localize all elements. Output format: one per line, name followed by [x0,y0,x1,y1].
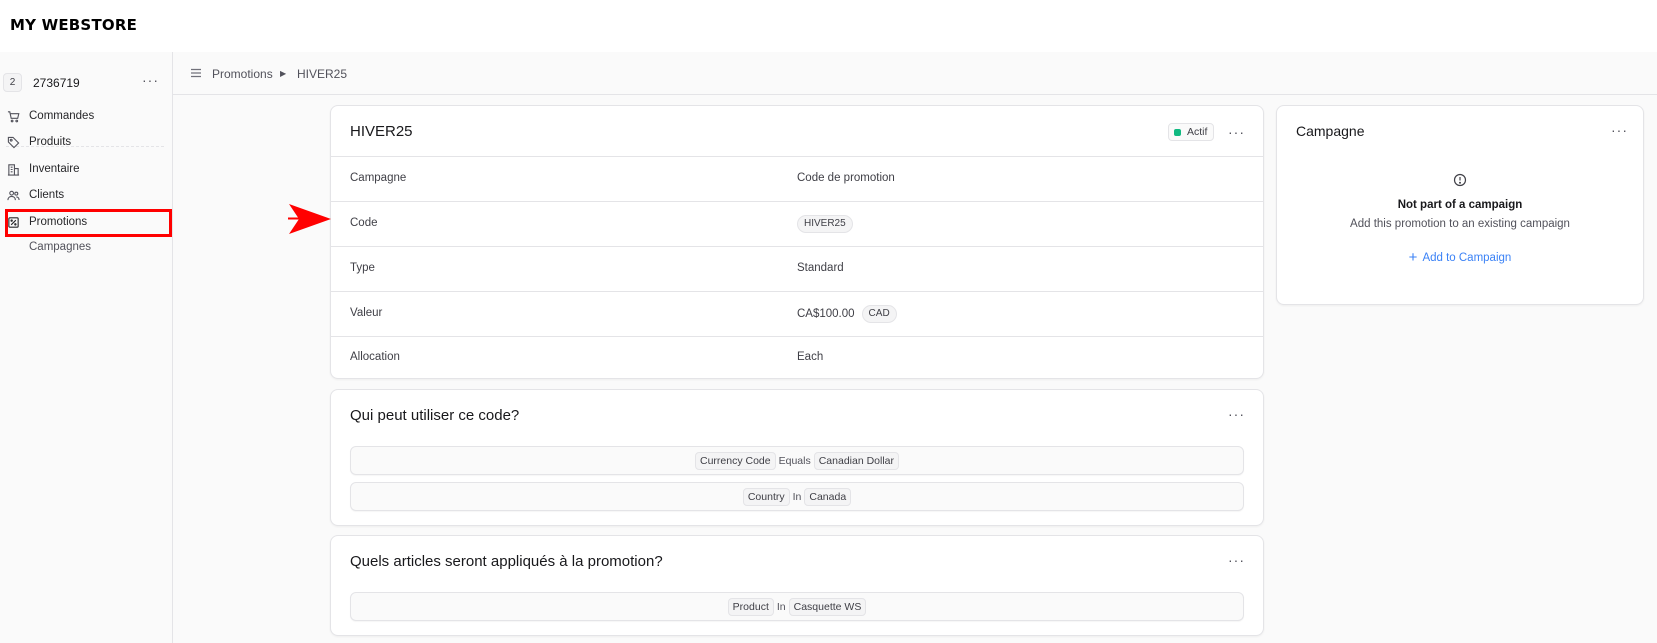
annotation-highlight-box [5,209,172,237]
annotation-arrow-icon [288,204,331,234]
sidebar-subitem-label: Campagnes [29,241,92,253]
rule-row: Currency Code Equals Canadian Dollar [350,446,1244,475]
add-to-campaign-label: Add to Campaign [1422,252,1512,264]
eligibility-title: Qui peut utiliser ce code? [350,407,520,424]
detail-label: Campagne [350,172,407,184]
status-badge: Actif [1168,123,1215,141]
detail-row-allocation: Allocation Each [331,336,1263,379]
sidebar-subitem-campagnes[interactable]: Campagnes [0,235,172,259]
store-more-button[interactable]: ··· [142,72,159,88]
breadcrumb-separator-icon: ▶ [280,69,287,78]
store-switcher[interactable]: 2 2736719 ··· [0,62,172,94]
plus-icon: + [1408,249,1418,266]
status-label: Actif [1187,126,1208,138]
detail-value: CA$100.00 [797,308,855,320]
detail-label: Type [350,262,375,274]
detail-value-wrap: CA$100.00 CAD [797,305,897,323]
target-items-card: Quels articles seront appliqués à la pro… [330,535,1264,636]
breadcrumb: Promotions ▶ HIVER25 [173,52,1657,95]
sidebar-item-label: Clients [29,189,65,201]
breadcrumb-link-promotions[interactable]: Promotions [212,67,273,81]
menu-icon[interactable] [190,67,202,82]
promotion-more-button[interactable]: ··· [1228,125,1245,139]
empty-state-subtitle: Add this promotion to an existing campai… [1350,218,1570,230]
campaign-card: Campagne ··· Not part of a campaign Add … [1276,105,1644,305]
sidebar-item-produits[interactable]: Produits [0,130,172,154]
promotion-details-card: HIVER25 Actif ··· Campagne Code de promo… [330,105,1264,379]
info-circle-icon [1453,173,1467,190]
target-items-more-button[interactable]: ··· [1228,553,1245,567]
rule-row: Product In Casquette WS [350,592,1244,621]
detail-value: Each [797,351,824,363]
building-icon [6,162,20,176]
detail-value-wrap: HIVER25 [797,215,853,233]
detail-label: Allocation [350,351,400,363]
rule-value: Canada [804,487,852,506]
sidebar-item-commandes[interactable]: Commandes [0,104,172,128]
campaign-more-button[interactable]: ··· [1611,123,1628,137]
rule-value: Canadian Dollar [813,451,900,470]
rule-attribute: Product [727,597,774,616]
sidebar-item-inventaire[interactable]: Inventaire [0,157,172,181]
detail-value: Code de promotion [797,172,895,184]
target-items-title: Quels articles seront appliqués à la pro… [350,553,663,570]
rule-operator: Equals [778,454,811,467]
rule-attribute: Currency Code [694,451,776,470]
code-pill[interactable]: HIVER25 [797,215,853,233]
campaign-title: Campagne [1296,123,1365,139]
sidebar: 2 2736719 ··· Commandes Produits Inventa… [0,52,173,643]
tag-icon [6,135,20,149]
rule-row: Country In Canada [350,482,1244,511]
rule-value: Casquette WS [788,597,867,616]
brand-logo: MY WEBSTORE [10,16,138,34]
sidebar-item-label: Commandes [29,110,95,122]
detail-value: Standard [797,262,844,274]
detail-row-campagne: Campagne Code de promotion [331,156,1263,201]
eligibility-more-button[interactable]: ··· [1228,407,1245,421]
sidebar-item-label: Produits [29,136,72,148]
store-name: 2736719 [33,76,80,90]
promotion-title: HIVER25 [350,123,413,140]
detail-row-code: Code HIVER25 [331,201,1263,246]
rule-operator: In [776,600,786,613]
breadcrumb-current: HIVER25 [297,67,348,81]
top-bar: MY WEBSTORE [0,0,1657,52]
detail-row-type: Type Standard [331,246,1263,291]
sidebar-item-clients[interactable]: Clients [0,183,172,207]
detail-row-valeur: Valeur CA$100.00 CAD [331,291,1263,336]
eligibility-card: Qui peut utiliser ce code? ··· Currency … [330,389,1264,526]
empty-state-title: Not part of a campaign [1397,199,1523,211]
users-icon [6,188,20,202]
cart-icon [6,109,20,123]
rule-attribute: Country [742,487,790,506]
detail-label: Valeur [350,307,383,319]
status-dot-icon [1174,128,1181,136]
rule-operator: In [792,490,802,503]
add-to-campaign-button[interactable]: + Add to Campaign [1277,249,1643,266]
sidebar-item-label: Inventaire [29,163,80,175]
store-avatar: 2 [3,73,22,92]
detail-label: Code [350,217,378,229]
currency-pill: CAD [861,305,897,323]
